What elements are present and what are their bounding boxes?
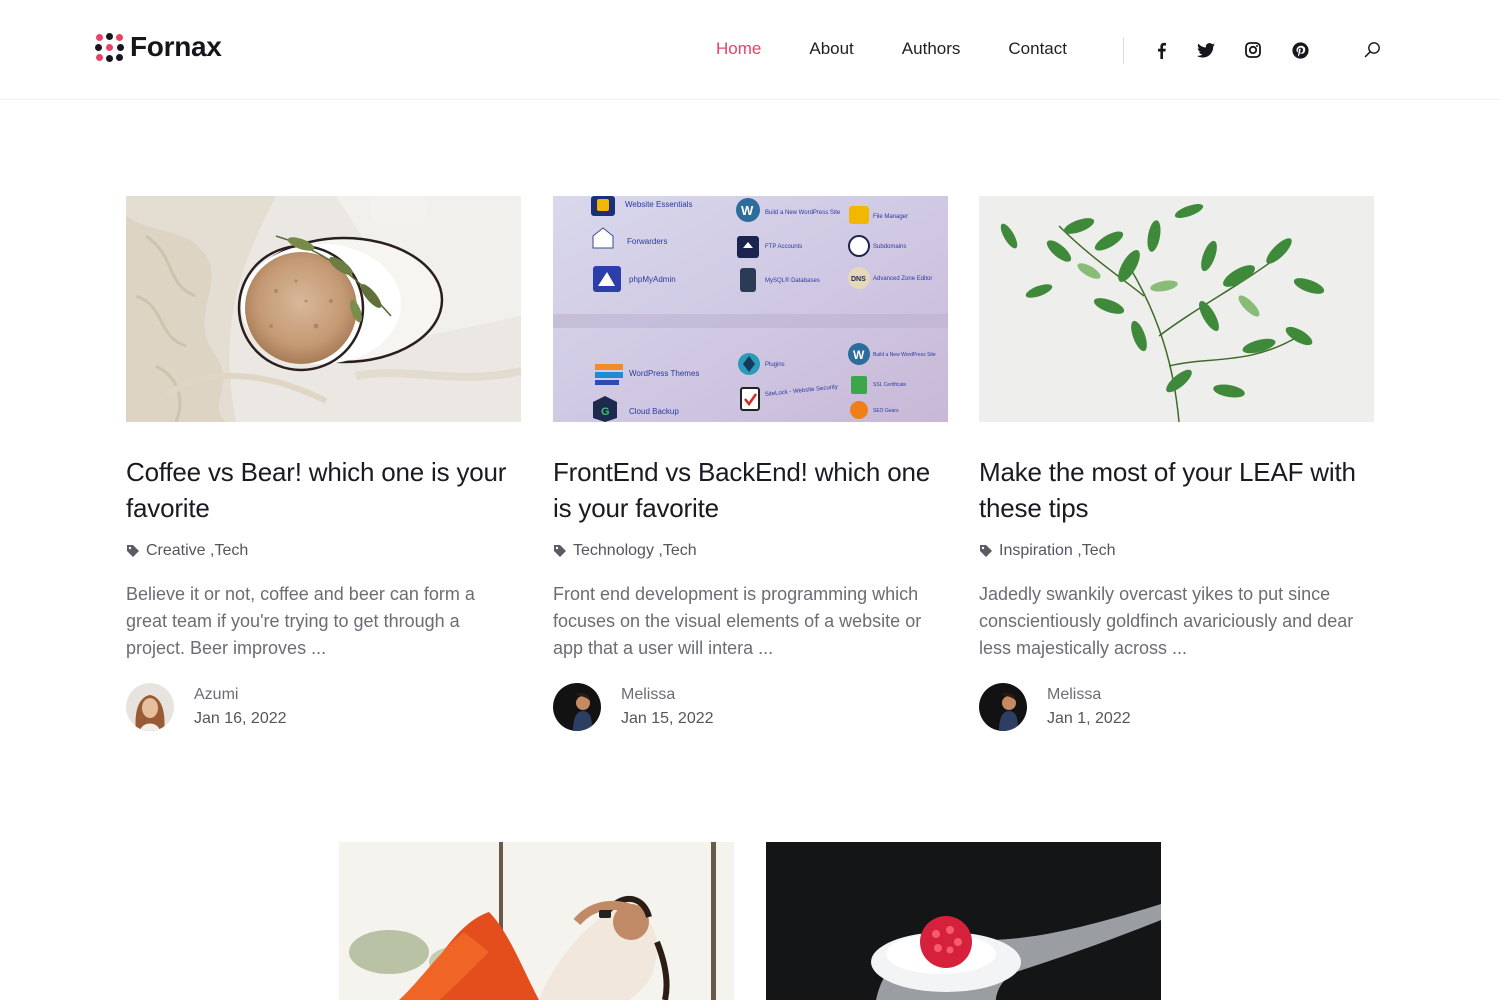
svg-text:G: G bbox=[601, 406, 610, 418]
search-icon[interactable] bbox=[1362, 39, 1382, 59]
post-date: Jan 1, 2022 bbox=[1047, 710, 1131, 727]
post-excerpt: Front end development is programming whi… bbox=[553, 584, 922, 658]
post-card-leaf: Make the most of your LEAF with these ti… bbox=[979, 196, 1374, 731]
post-category-links[interactable]: Inspiration ,Tech bbox=[999, 542, 1116, 560]
post-thumbnail-leaf[interactable] bbox=[979, 196, 1374, 422]
nav-about[interactable]: About bbox=[809, 38, 853, 60]
post-date: Jan 15, 2022 bbox=[621, 710, 714, 727]
panel-label: Plugins bbox=[765, 362, 785, 368]
post-card-coffee: Coffee vs Bear! which one is your favori… bbox=[126, 196, 521, 731]
pinterest-icon[interactable] bbox=[1290, 40, 1310, 60]
author-name[interactable]: Azumi bbox=[194, 683, 287, 707]
panel-label: File Manager bbox=[873, 214, 908, 220]
post-date: Jan 16, 2022 bbox=[194, 710, 287, 727]
post-category-links[interactable]: Creative ,Tech bbox=[146, 542, 248, 560]
panel-label: Build a New WordPress Site bbox=[873, 352, 936, 358]
panel-label: Build a New WordPress Site bbox=[765, 210, 841, 216]
panel-label: SEO Gears bbox=[873, 408, 899, 414]
svg-text:W: W bbox=[741, 203, 754, 218]
panel-label: phpMyAdmin bbox=[629, 275, 676, 284]
site-header: Fornax Home About Authors Contact bbox=[0, 0, 1500, 100]
main-nav: Home About Authors Contact bbox=[716, 38, 1115, 60]
post-thumbnail-coffee[interactable] bbox=[126, 196, 521, 422]
post-title[interactable]: Make the most of your LEAF with these ti… bbox=[979, 454, 1374, 526]
logo-wordmark: Fornax bbox=[130, 31, 222, 62]
panel-label: FTP Accounts bbox=[765, 244, 802, 250]
post-category-links[interactable]: Technology ,Tech bbox=[573, 542, 697, 560]
tag-icon bbox=[126, 544, 140, 558]
post-thumbnail-sugar[interactable] bbox=[766, 842, 1161, 1000]
post-author: Melissa Jan 1, 2022 bbox=[979, 683, 1374, 731]
panel-label: Website Essentials bbox=[625, 200, 692, 209]
site-logo[interactable]: Fornax bbox=[95, 31, 222, 63]
facebook-icon[interactable] bbox=[1151, 40, 1171, 60]
post-thumbnail-fitness[interactable] bbox=[339, 842, 734, 1000]
post-excerpt: Believe it or not, coffee and beer can f… bbox=[126, 584, 475, 658]
post-categories: Inspiration ,Tech bbox=[979, 539, 1374, 563]
tag-icon bbox=[979, 544, 993, 558]
author-avatar[interactable] bbox=[553, 683, 601, 731]
nav-authors[interactable]: Authors bbox=[902, 38, 961, 60]
svg-text:DNS: DNS bbox=[851, 276, 866, 283]
panel-label: MySQL® Databases bbox=[765, 277, 820, 284]
post-title[interactable]: Coffee vs Bear! which one is your favori… bbox=[126, 454, 521, 526]
post-author: Azumi Jan 16, 2022 bbox=[126, 683, 521, 731]
panel-label: Cloud Backup bbox=[629, 407, 679, 416]
tag-icon bbox=[553, 544, 567, 558]
panel-label: WordPress Themes bbox=[629, 369, 699, 378]
nav-contact[interactable]: Contact bbox=[1008, 38, 1067, 60]
author-name[interactable]: Melissa bbox=[1047, 683, 1131, 707]
post-categories: Technology ,Tech bbox=[553, 539, 948, 563]
nav-divider bbox=[1123, 37, 1124, 64]
author-avatar[interactable] bbox=[126, 683, 174, 731]
author-avatar[interactable] bbox=[979, 683, 1027, 731]
twitter-icon[interactable] bbox=[1196, 40, 1216, 60]
nav-home[interactable]: Home bbox=[716, 38, 761, 60]
panel-label: Advanced Zone Editor bbox=[873, 276, 932, 282]
post-author: Melissa Jan 15, 2022 bbox=[553, 683, 948, 731]
post-excerpt: Jadedly swankily overcast yikes to put s… bbox=[979, 584, 1354, 658]
author-name[interactable]: Melissa bbox=[621, 683, 714, 707]
panel-label: Subdomains bbox=[873, 244, 906, 250]
post-card-frontend: Website Essentials Forwarders phpMyAdmin… bbox=[553, 196, 948, 731]
post-thumbnail-cpanel[interactable]: Website Essentials Forwarders phpMyAdmin… bbox=[553, 196, 948, 422]
post-title[interactable]: FrontEnd vs BackEnd! which one is your f… bbox=[553, 454, 948, 526]
panel-label: SSL Certificate bbox=[873, 382, 906, 388]
logo-mark-icon bbox=[95, 32, 124, 62]
svg-text:W: W bbox=[853, 348, 865, 362]
instagram-icon[interactable] bbox=[1243, 40, 1263, 60]
post-categories: Creative ,Tech bbox=[126, 539, 521, 563]
panel-label: Forwarders bbox=[627, 237, 667, 246]
